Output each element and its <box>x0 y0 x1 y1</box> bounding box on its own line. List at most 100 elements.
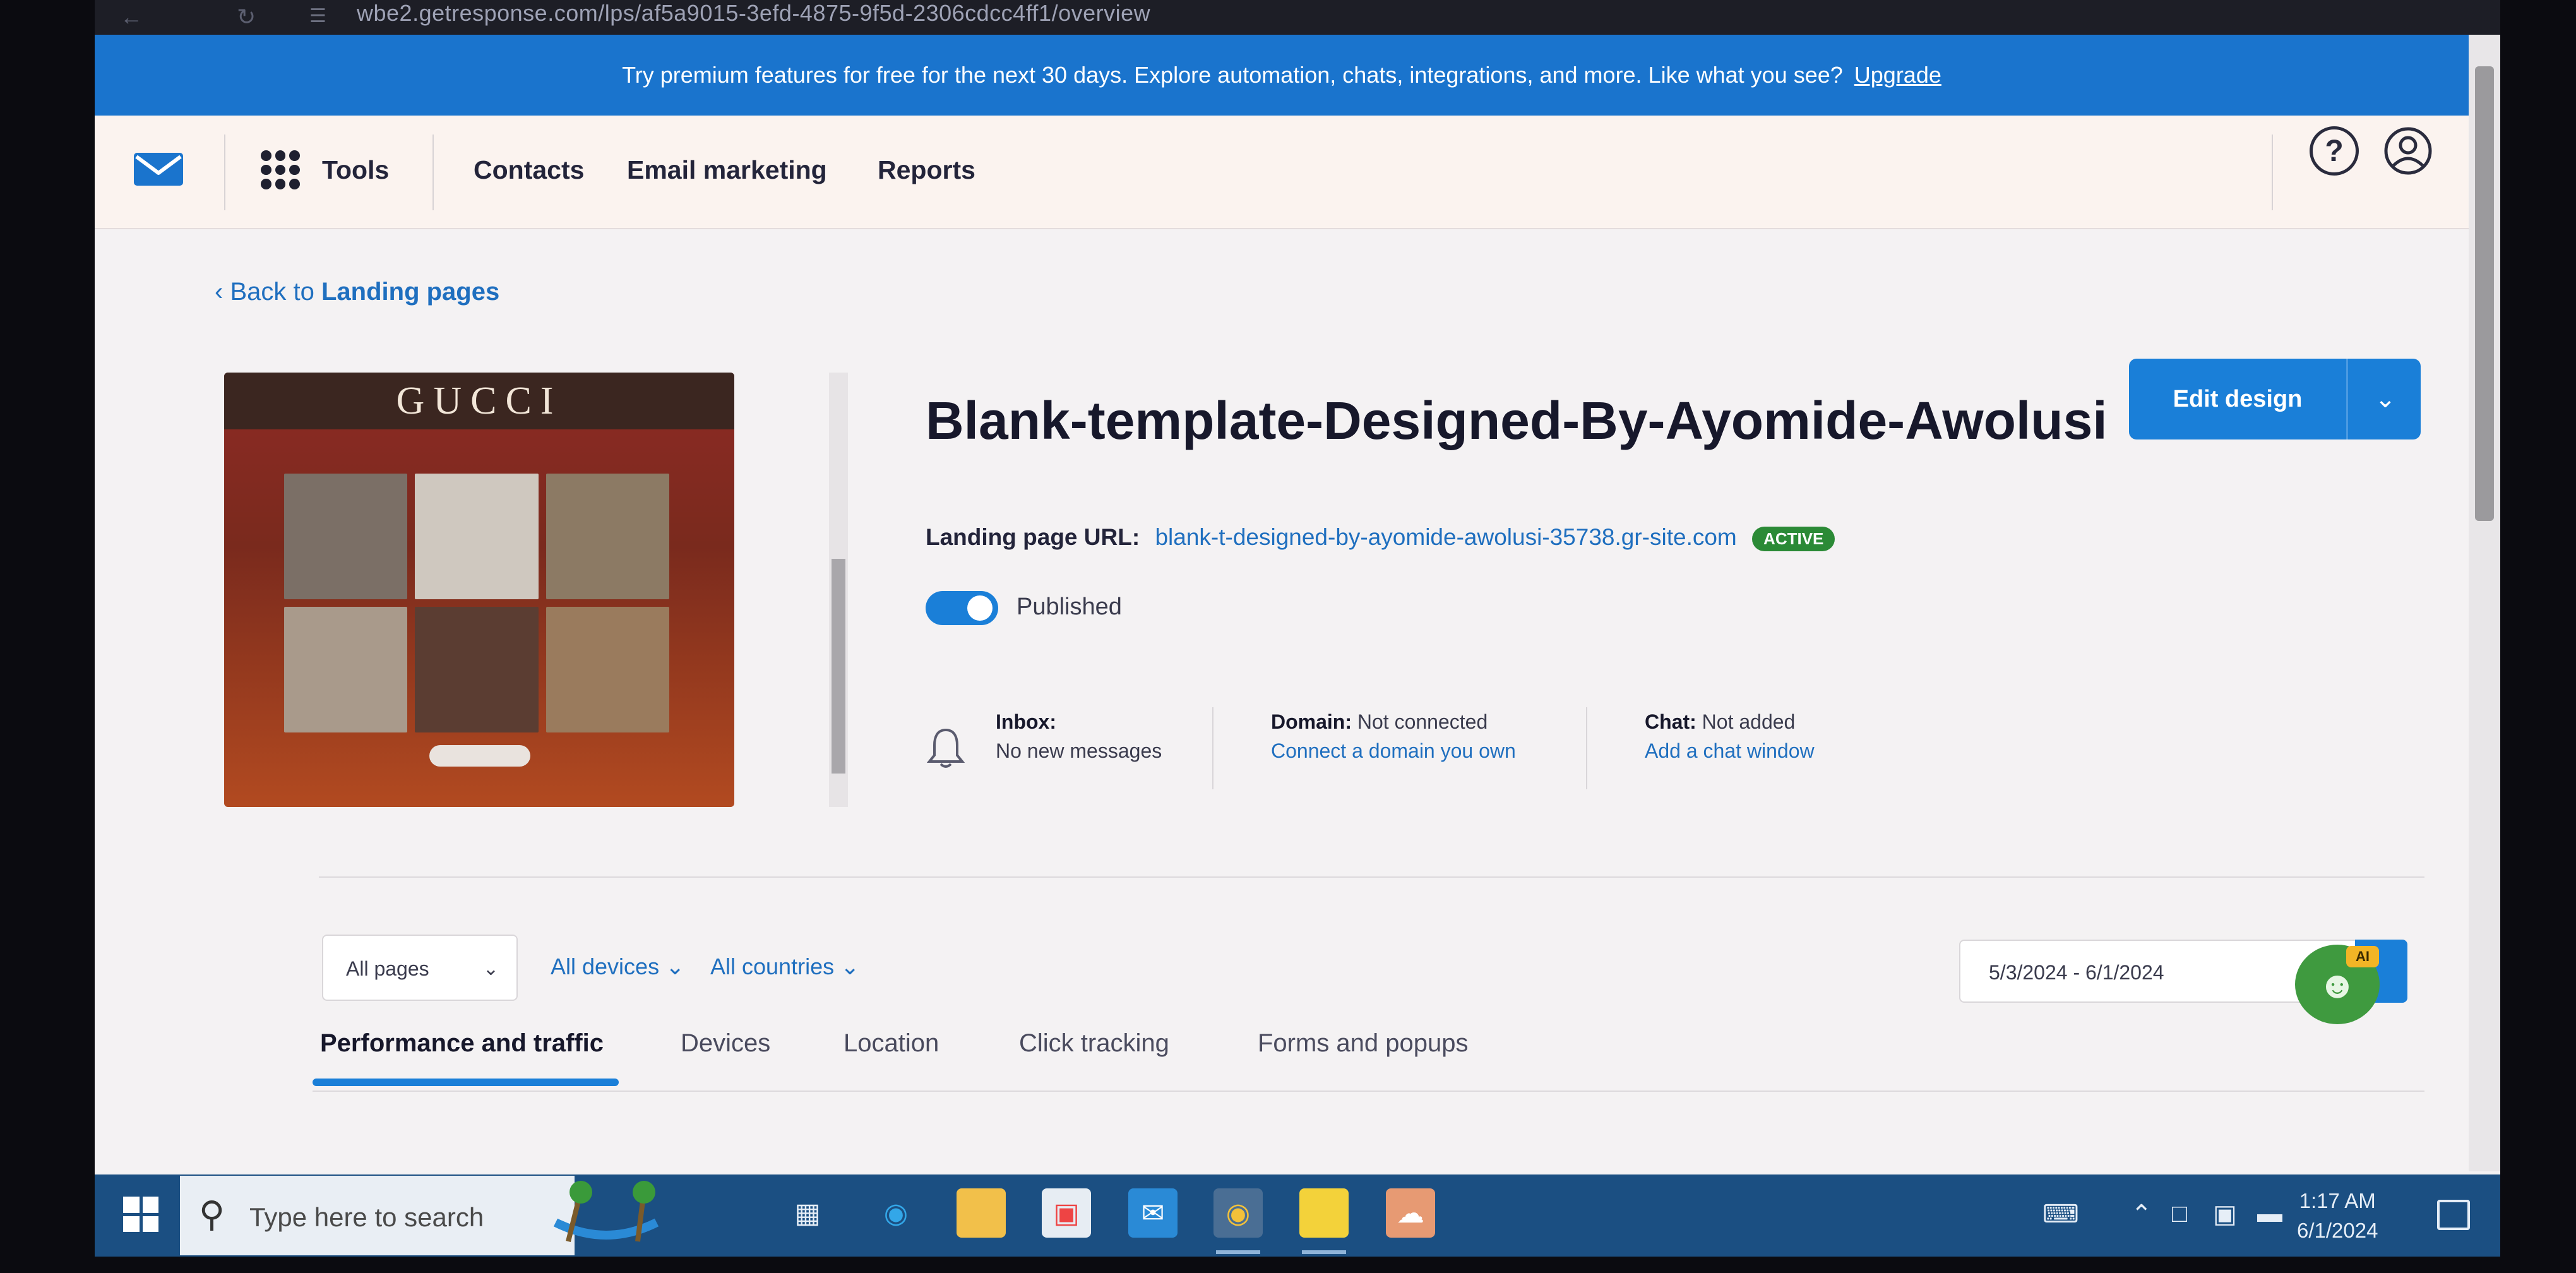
preview-scrollbar[interactable] <box>829 373 848 807</box>
inbox-value: No new messages <box>996 739 1162 762</box>
domain-label: Domain: <box>1271 710 1352 733</box>
tab-performance-and-traffic[interactable]: Performance and traffic <box>320 1029 604 1058</box>
preview-image <box>546 474 669 599</box>
preview-image <box>415 607 539 732</box>
landing-page-url-row: Landing page URL: blank-t-designed-by-ay… <box>926 524 1835 551</box>
battery-icon[interactable]: ▬ <box>2257 1200 2282 1228</box>
file-explorer-icon[interactable] <box>957 1188 1006 1238</box>
chevron-up-icon[interactable]: ⌃ <box>2131 1200 2152 1229</box>
nav-divider <box>224 134 225 210</box>
nav-contacts[interactable]: Contacts <box>474 155 584 185</box>
preview-image <box>415 474 539 599</box>
toggle-knob <box>967 595 993 621</box>
store-icon[interactable]: ▣ <box>1042 1188 1091 1238</box>
promo-banner: Try premium features for free for the ne… <box>95 35 2469 116</box>
back-prefix: Back to <box>230 278 314 306</box>
taskbar-search-box[interactable]: ⚲ Type here to search <box>180 1176 575 1255</box>
edit-design-button[interactable]: Edit design <box>2129 359 2346 439</box>
active-app-indicator <box>1216 1250 1260 1254</box>
tab-click-tracking[interactable]: Click tracking <box>1019 1029 1169 1058</box>
tab-forms-and-popups[interactable]: Forms and popups <box>1258 1029 1469 1058</box>
landing-page-preview[interactable]: GUCCI <box>224 373 734 807</box>
devices-filter[interactable]: All devices ⌄ <box>551 953 684 980</box>
chat-info: Chat: Not added Add a chat window <box>1645 707 1815 765</box>
page-scrollbar[interactable] <box>2469 35 2500 1171</box>
url-label: Landing page URL: <box>926 524 1140 550</box>
help-icon[interactable]: ? <box>2310 126 2359 176</box>
preview-image <box>546 607 669 732</box>
top-navigation: Tools Contacts Email marketing Reports ? <box>95 116 2469 229</box>
clock-time: 1:17 AM <box>2299 1189 2376 1212</box>
keyboard-icon[interactable]: ⌨ <box>2042 1200 2079 1229</box>
countries-filter[interactable]: All countries ⌄ <box>710 953 859 980</box>
bell-icon <box>927 728 965 768</box>
taskbar-search-placeholder: Type here to search <box>249 1202 484 1232</box>
search-icon: ⚲ <box>199 1194 225 1234</box>
published-toggle[interactable] <box>926 591 998 625</box>
preview-image <box>284 607 408 732</box>
windows-start-icon[interactable] <box>123 1197 158 1232</box>
status-badge: ACTIVE <box>1752 526 1835 551</box>
tools-grid-icon[interactable] <box>261 150 300 189</box>
back-to-landing-pages-link[interactable]: ‹ Back to Landing pages <box>215 278 499 306</box>
page-scrollbar-thumb[interactable] <box>2475 66 2494 521</box>
page-title: Blank-template-Designed-By-Ayomide-Awolu… <box>926 391 2108 450</box>
chat-value: Not added <box>1702 710 1796 733</box>
url-text[interactable]: wbe2.getresponse.com/lps/af5a9015-3efd-4… <box>357 0 1150 27</box>
chevron-down-icon[interactable]: ⌄ <box>2350 359 2421 439</box>
mail-icon[interactable]: ✉ <box>1128 1188 1178 1238</box>
active-app-indicator <box>1302 1250 1346 1254</box>
tab-location[interactable]: Location <box>844 1029 939 1058</box>
chevron-down-icon: ⌄ <box>840 953 860 979</box>
tab-devices[interactable]: Devices <box>681 1029 770 1058</box>
windows-taskbar: ⚲ Type here to search ▦ ◉ ▣ ✉ ◉ ☁ ⌨ ⌃ □ … <box>95 1174 2500 1257</box>
nav-divider <box>2272 134 2273 210</box>
domain-value: Not connected <box>1357 710 1488 733</box>
photos-icon[interactable]: ☁ <box>1386 1188 1435 1238</box>
landing-page-url-link[interactable]: blank-t-designed-by-ayomide-awolusi-3573… <box>1155 524 1736 550</box>
reload-icon[interactable]: ↻ <box>237 4 256 30</box>
nav-divider <box>432 134 434 210</box>
button-divider <box>2346 359 2348 439</box>
chrome-icon[interactable]: ◉ <box>1213 1188 1263 1238</box>
screen: ← ↻ ☰ wbe2.getresponse.com/lps/af5a9015-… <box>95 0 2500 1257</box>
browser-address-bar[interactable]: ← ↻ ☰ wbe2.getresponse.com/lps/af5a9015-… <box>95 0 2500 35</box>
back-target: Landing pages <box>321 278 500 306</box>
preview-image <box>284 474 408 599</box>
promo-text: Try premium features for free for the ne… <box>622 62 1843 88</box>
tabs-divider <box>313 1091 2424 1092</box>
add-chat-window-link[interactable]: Add a chat window <box>1645 739 1815 762</box>
nav-email-marketing[interactable]: Email marketing <box>627 155 827 185</box>
section-divider <box>319 876 2424 878</box>
preview-brand: GUCCI <box>224 373 734 429</box>
inbox-label: Inbox: <box>996 710 1056 733</box>
chevron-down-icon: ⌄ <box>665 953 685 979</box>
published-label: Published <box>1017 594 1122 620</box>
inbox-info: Inbox: No new messages <box>996 707 1162 765</box>
ai-badge: AI <box>2346 946 2379 967</box>
security-icon[interactable]: ▣ <box>2213 1200 2237 1229</box>
clock-date: 6/1/2024 <box>2297 1219 2378 1242</box>
devices-filter-label: All devices <box>551 953 660 979</box>
countries-filter-label: All countries <box>710 953 835 979</box>
notifications-icon[interactable] <box>2437 1200 2470 1230</box>
taskbar-clock[interactable]: 1:17 AM 6/1/2024 <box>2297 1186 2378 1245</box>
site-settings-icon[interactable]: ☰ <box>309 5 326 27</box>
task-view-icon[interactable]: ▦ <box>783 1188 832 1238</box>
sticky-notes-icon[interactable] <box>1299 1188 1349 1238</box>
meet-now-icon[interactable]: □ <box>2172 1200 2187 1228</box>
nav-tools[interactable]: Tools <box>322 155 389 185</box>
getresponse-logo-icon[interactable] <box>133 150 184 188</box>
upgrade-link[interactable]: Upgrade <box>1854 62 1941 88</box>
nav-reports[interactable]: Reports <box>878 155 975 185</box>
domain-info: Domain: Not connected Connect a domain y… <box>1271 707 1516 765</box>
preview-product-grid <box>284 474 669 732</box>
account-icon[interactable] <box>2383 126 2433 176</box>
pages-select[interactable]: All pages ⌄ <box>322 935 518 1001</box>
edit-design-group: Edit design ⌄ <box>2129 359 2421 439</box>
pages-select-value: All pages <box>346 957 429 980</box>
back-arrow-icon[interactable]: ← <box>120 4 143 30</box>
edge-icon[interactable]: ◉ <box>871 1188 921 1238</box>
connect-domain-link[interactable]: Connect a domain you own <box>1271 739 1516 762</box>
preview-scrollbar-thumb[interactable] <box>832 559 845 774</box>
